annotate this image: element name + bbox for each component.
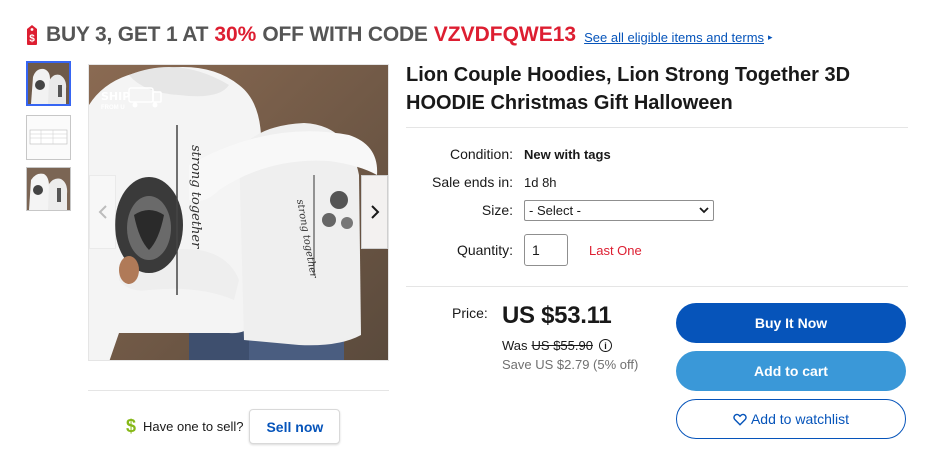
- chevron-left-icon: [98, 205, 107, 219]
- chevron-down-icon: [699, 207, 709, 214]
- promo-banner: $ BUY 3, GET 1 AT 30% OFF WITH CODE VZVD…: [24, 20, 773, 50]
- chevron-right-icon: [370, 205, 379, 219]
- eligible-items-link[interactable]: See all eligible items and terms: [584, 30, 764, 45]
- stock-note: Last One: [589, 243, 642, 258]
- title-divider: [406, 127, 908, 128]
- thumbnail-2[interactable]: [26, 115, 71, 160]
- add-to-watchlist-button[interactable]: Add to watchlist: [676, 399, 906, 439]
- gallery-divider: [88, 390, 389, 391]
- size-select[interactable]: - Select -: [524, 200, 714, 221]
- thumbnail-image: [27, 168, 70, 210]
- quantity-input[interactable]: 1: [524, 234, 568, 266]
- size-label: Size:: [481, 202, 513, 218]
- promo-suffix: OFF WITH CODE: [262, 23, 428, 46]
- quantity-label: Quantity:: [456, 242, 513, 258]
- promo-code: VZVDFQWE13: [433, 23, 577, 46]
- arrow-right-icon: ▸: [768, 32, 773, 42]
- watchlist-label: Add to watchlist: [750, 411, 850, 427]
- dollar-icon: $: [126, 416, 137, 436]
- sell-section: $ Have one to sell? Sell now: [126, 409, 341, 444]
- buy-it-now-button[interactable]: Buy It Now: [676, 303, 906, 343]
- was-price: US $55.90: [531, 338, 593, 353]
- ship-badge-sub: FROM U: [101, 105, 125, 111]
- sell-question: Have one to sell?: [143, 419, 244, 434]
- thumbnail-image: [28, 63, 69, 104]
- main-product-image[interactable]: strong together strong together SHIP FRO…: [88, 64, 389, 361]
- svg-text:$: $: [29, 34, 35, 45]
- previous-image-button[interactable]: [89, 175, 116, 249]
- next-image-button[interactable]: [361, 175, 388, 249]
- was-label: Was: [502, 338, 528, 353]
- sale-ends-value: 1d 8h: [524, 175, 557, 190]
- info-icon[interactable]: i: [598, 339, 612, 352]
- hoodie-text-1: strong together: [188, 145, 203, 249]
- condition-value: New with tags: [524, 147, 611, 162]
- product-title: Lion Couple Hoodies, Lion Strong Togethe…: [406, 64, 851, 114]
- condition-label: Condition:: [449, 146, 513, 162]
- add-to-cart-button[interactable]: Add to cart: [676, 351, 906, 391]
- price-label: Price:: [452, 305, 488, 321]
- ship-badge: SHIP: [101, 90, 131, 103]
- price-value: US $53.11: [502, 302, 612, 329]
- sale-ends-label: Sale ends in:: [432, 174, 513, 190]
- promo-prefix: BUY 3, GET 1 AT: [46, 23, 209, 46]
- details-divider: [406, 286, 908, 287]
- hoodie-photo: strong together strong together: [89, 65, 388, 360]
- heart-icon: [733, 413, 747, 426]
- size-select-value: - Select -: [529, 203, 582, 218]
- sale-tag-icon: $: [27, 25, 37, 45]
- thumbnail-size-chart: [27, 116, 70, 159]
- sell-now-button[interactable]: Sell now: [249, 409, 341, 444]
- thumbnail-3[interactable]: [26, 167, 71, 211]
- was-price-row: Was US $55.90 i: [502, 338, 612, 353]
- savings-text: Save US $2.79 (5% off): [502, 357, 639, 372]
- promo-percent: 30%: [214, 23, 257, 46]
- thumbnail-1[interactable]: [26, 61, 71, 106]
